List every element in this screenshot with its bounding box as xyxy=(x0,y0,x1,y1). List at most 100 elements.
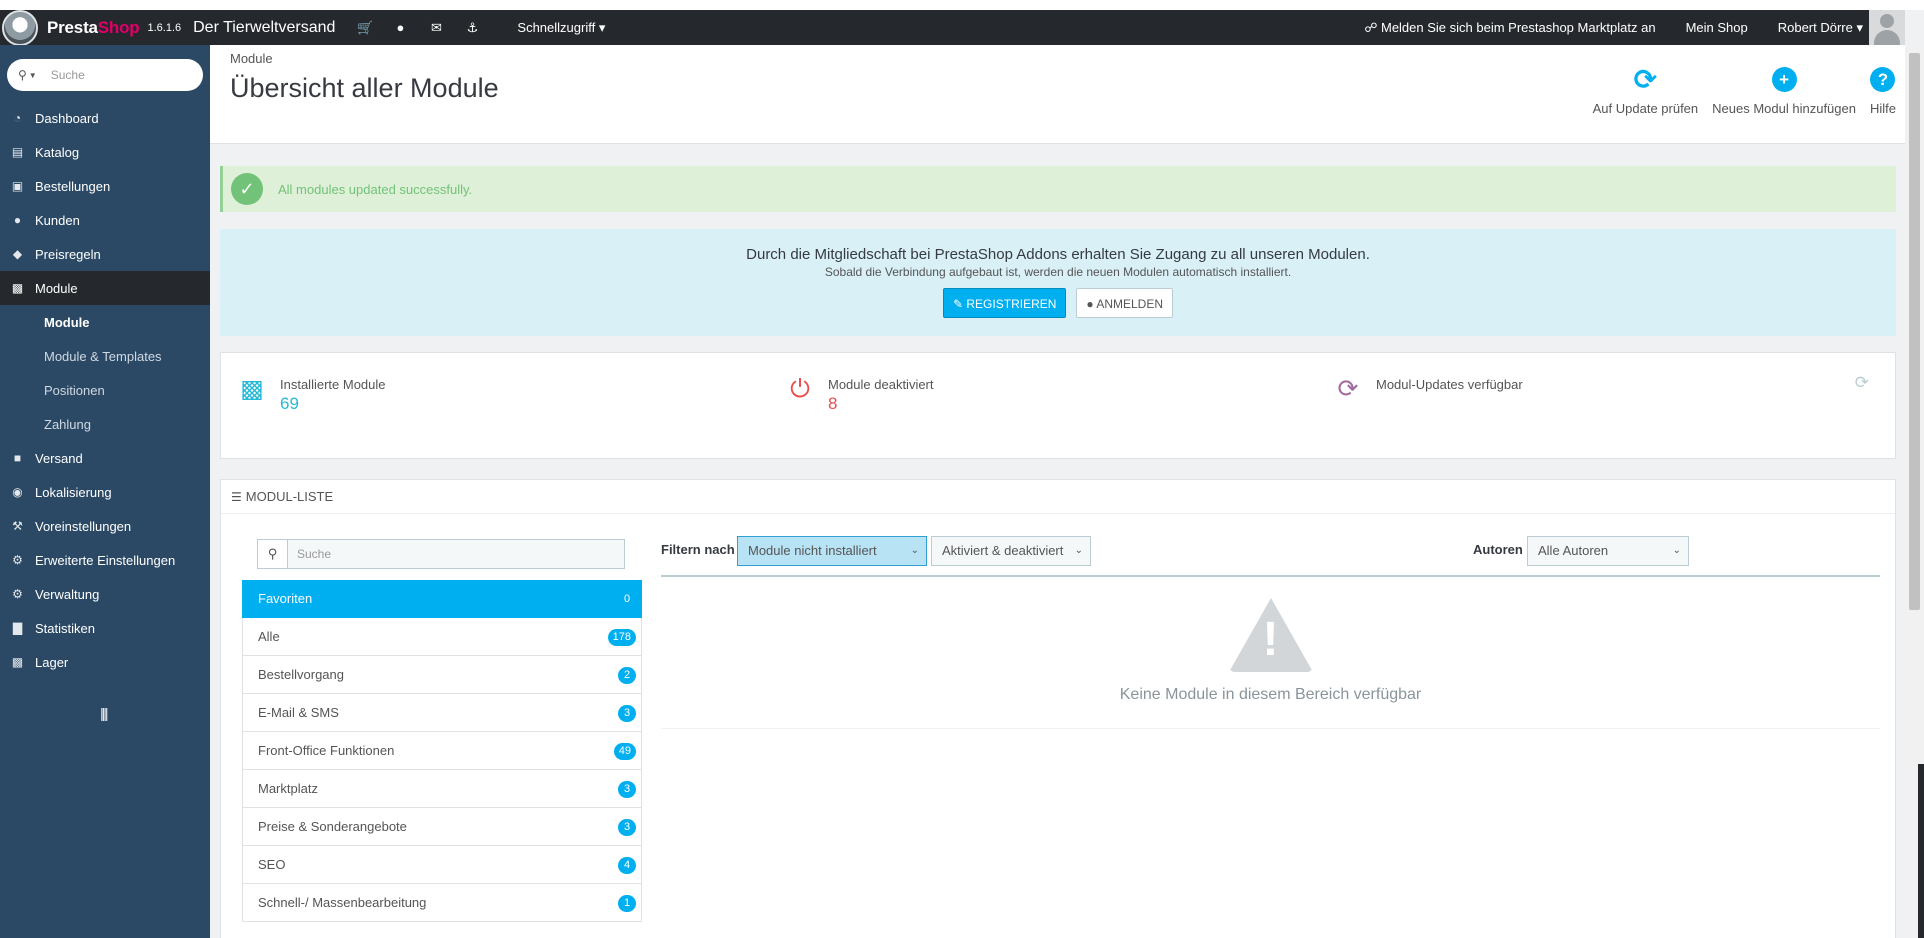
category-label: Bestellvorgang xyxy=(258,667,344,682)
category-count-badge: 4 xyxy=(618,857,636,874)
stat-installed: ▩ Installierte Module 69 xyxy=(238,375,385,414)
sidebar-item-katalog[interactable]: ▤ Katalog xyxy=(0,135,210,169)
help-label: Hilfe xyxy=(1869,101,1896,116)
category-favoriten[interactable]: Favoriten 0 xyxy=(242,580,642,618)
sidebar-item-bestellungen[interactable]: ▣ Bestellungen xyxy=(0,169,210,203)
sidebar-item-voreinstellungen[interactable]: ⚒ Voreinstellungen xyxy=(0,509,210,543)
category-alle[interactable]: Alle 178 xyxy=(242,618,642,656)
stat-updates: ⟳ Modul-Updates verfügbar xyxy=(1334,375,1523,403)
category-label: Schnell-/ Massenbearbeitung xyxy=(258,895,427,910)
trophy-icon[interactable]: ⚓ xyxy=(465,20,479,36)
brand-name: PrestaShop xyxy=(47,18,140,38)
sidebar-search[interactable]: ⚲ ▼ Suche xyxy=(7,59,203,91)
user-icon[interactable]: ● xyxy=(393,20,407,35)
category-count-badge: 178 xyxy=(607,629,636,646)
register-label: REGISTRIEREN xyxy=(966,297,1057,311)
authors-label: Autoren xyxy=(1473,542,1523,557)
sidebar-item-label: Voreinstellungen xyxy=(35,518,132,534)
cart-icon[interactable]: 🛒 xyxy=(357,20,373,36)
empty-message: Keine Module in diesem Bereich verfügbar xyxy=(1119,686,1422,703)
chevron-down-icon: ⌄ xyxy=(1672,545,1681,556)
stat-disabled: ⏻ Module deaktiviert 8 xyxy=(786,375,933,414)
sidebar-item-dashboard[interactable]: ◔ Dashboard xyxy=(0,101,210,135)
category-bestellvorgang[interactable]: Bestellvorgang 2 xyxy=(242,656,642,694)
search-icon[interactable]: ⚲ xyxy=(18,68,27,82)
sidebar-item-statistiken[interactable]: ▇ Statistiken xyxy=(0,611,210,645)
wrench-icon: ⚒ xyxy=(12,519,23,533)
category-seo[interactable]: SEO 4 xyxy=(242,846,642,884)
category-search-input[interactable]: Suche xyxy=(297,540,331,568)
install-filter-select[interactable]: Module nicht installiert ⌄ xyxy=(737,536,927,566)
panel-heading-label: MODUL-LISTE xyxy=(245,489,334,504)
category-count-badge: 2 xyxy=(618,667,636,684)
cogs-icon: ⚙ xyxy=(12,553,23,567)
sidebar-item-label: Lager xyxy=(35,654,69,670)
sidebar-item-preisregeln[interactable]: ◆ Preisregeln xyxy=(0,237,210,271)
power-icon: ⏻ xyxy=(790,375,810,403)
add-module-button[interactable]: + Neues Modul hinzufügen xyxy=(1712,67,1856,116)
category-preise[interactable]: Preise & Sonderangebote 3 xyxy=(242,808,642,846)
submenu-item-positionen[interactable]: Positionen xyxy=(0,373,210,407)
users-icon: ● xyxy=(13,213,22,227)
sidebar-item-label: Lokalisierung xyxy=(35,484,112,500)
category-list: Favoriten 0 Alle 178 Bestellvorgang 2 E-Mai… xyxy=(242,580,642,922)
list-icon: ☰ xyxy=(231,489,242,504)
category-count-badge: 3 xyxy=(618,705,636,722)
status-filter-select[interactable]: Aktiviert & deaktiviert ⌄ xyxy=(931,536,1091,566)
check-update-button[interactable]: ⟳ Auf Update prüfen xyxy=(1593,66,1699,117)
addons-login-link[interactable]: ☍ Melden Sie sich beim Prestashop Marktp… xyxy=(1364,20,1655,36)
submenu-item-module[interactable]: Module xyxy=(0,305,210,339)
submenu-item-zahlung[interactable]: Zahlung xyxy=(0,407,210,441)
search-icon: ⚲ xyxy=(258,540,288,568)
sidebar-item-kunden[interactable]: ● Kunden xyxy=(0,203,210,237)
category-search[interactable]: ⚲ Suche xyxy=(257,539,625,569)
chevron-down-icon: ⌄ xyxy=(1074,545,1083,556)
category-front-office[interactable]: Front-Office Funktionen 49 xyxy=(242,732,642,770)
cog-icon: ⚙ xyxy=(12,587,23,601)
panel-heading: ☰ MODUL-LISTE xyxy=(221,480,1895,514)
authors-select[interactable]: Alle Autoren ⌄ xyxy=(1527,536,1689,566)
authors-value: Alle Autoren xyxy=(1538,543,1609,558)
category-count-badge: 49 xyxy=(613,743,636,760)
breadcrumb[interactable]: Module xyxy=(230,51,273,66)
addons-info-box: Durch die Mitgliedschaft bei PrestaShop … xyxy=(220,229,1896,336)
top-header: PrestaShop 1.6.1.6 Der Tierweltversand 🛒… xyxy=(0,9,1905,46)
login-button[interactable]: ● ANMELDEN xyxy=(1076,288,1174,318)
check-circle-icon: ✓ xyxy=(231,173,263,205)
shop-name-link[interactable]: Der Tierweltversand xyxy=(193,19,335,37)
category-marktplatz[interactable]: Marktplatz 3 xyxy=(242,770,642,808)
category-label: Favoriten xyxy=(258,591,313,606)
quick-access-dropdown[interactable]: Schnellzugriff ▾ xyxy=(517,20,605,36)
sidebar-search-input[interactable]: Suche xyxy=(51,68,85,82)
submenu-item-module-templates[interactable]: Module & Templates xyxy=(0,339,210,373)
envelope-icon[interactable]: ✉ xyxy=(429,20,443,36)
category-label: E-Mail & SMS xyxy=(258,705,339,720)
chevron-down-icon[interactable]: ▼ xyxy=(29,71,37,80)
category-massenbearbeitung[interactable]: Schnell-/ Massenbearbeitung 1 xyxy=(242,884,642,922)
category-email-sms[interactable]: E-Mail & SMS 3 xyxy=(242,694,642,732)
collapse-sidebar-icon[interactable]: |||| xyxy=(100,705,108,721)
login-label: ANMELDEN xyxy=(1096,297,1164,311)
filter-label: Filtern nach xyxy=(661,542,735,557)
avatar[interactable] xyxy=(1869,10,1905,45)
sidebar-item-erweiterte-einstellungen[interactable]: ⚙ Erweiterte Einstellungen xyxy=(0,543,210,577)
scrollbar-thumb[interactable] xyxy=(1909,53,1920,610)
sidebar-item-lokalisierung[interactable]: ◉ Lokalisierung xyxy=(0,475,210,509)
sidebar-item-versand[interactable]: ■ Versand xyxy=(0,441,210,475)
sidebar-item-lager[interactable]: ▩ Lager xyxy=(0,645,210,679)
plus-circle-icon: + xyxy=(1771,67,1797,92)
book-icon: ▤ xyxy=(11,145,24,159)
help-button[interactable]: ? Hilfe xyxy=(1870,67,1896,116)
sidebar-item-module[interactable]: ▩ Module xyxy=(0,271,210,305)
register-button[interactable]: ✎ REGISTRIEREN xyxy=(942,288,1067,318)
user-name: Robert Dörre xyxy=(1777,19,1853,35)
sidebar-item-verwaltung[interactable]: ⚙ Verwaltung xyxy=(0,577,210,611)
window-top-strip xyxy=(0,0,1924,10)
sidebar-item-label: Erweiterte Einstellungen xyxy=(35,552,176,568)
category-label: SEO xyxy=(258,857,286,872)
my-shop-link[interactable]: Mein Shop xyxy=(1686,20,1748,35)
refresh-stats-icon[interactable]: ⟳ xyxy=(1855,373,1869,393)
user-menu[interactable]: Robert Dörre ▾ xyxy=(1778,20,1863,36)
truck-icon: ■ xyxy=(13,451,22,465)
prestashop-logo[interactable] xyxy=(2,9,38,46)
